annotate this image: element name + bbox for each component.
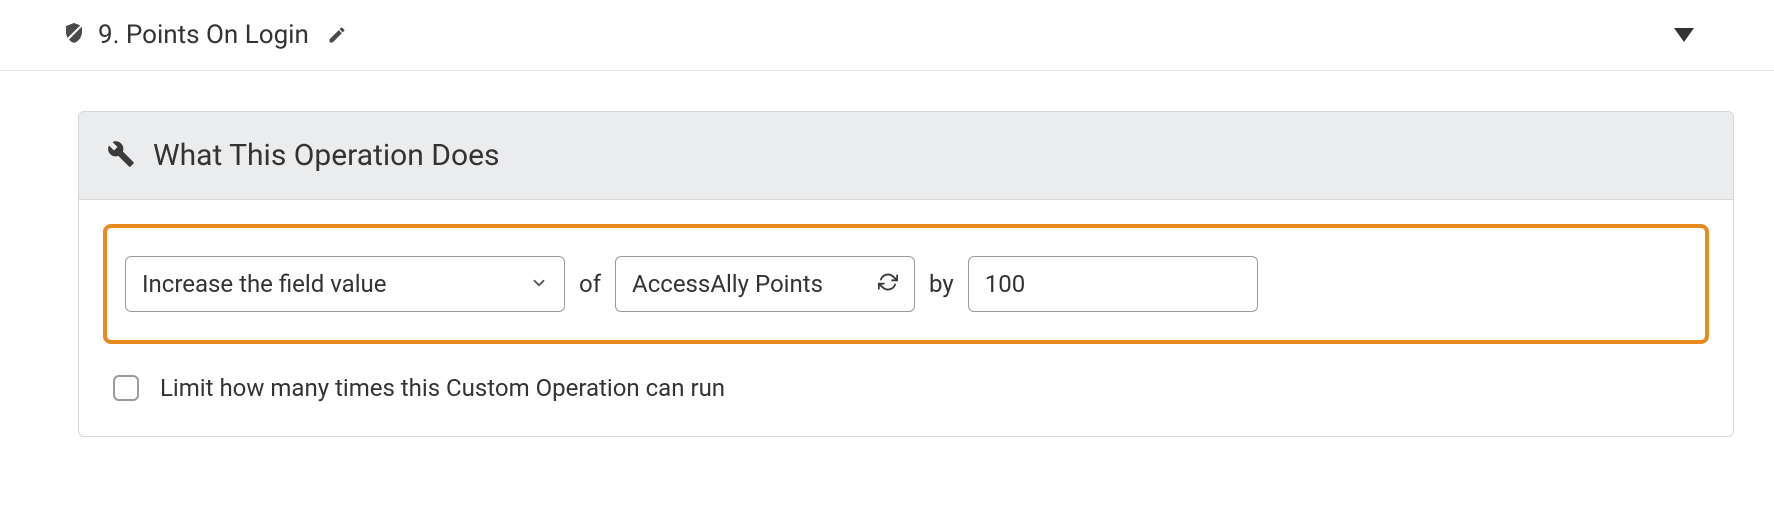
wrench-icon	[107, 140, 135, 172]
action-select[interactable]: Increase the field value	[125, 256, 565, 312]
header-title: 9. Points On Login	[98, 20, 309, 50]
panel-body: Increase the field value of AccessAlly P…	[79, 200, 1733, 436]
operation-panel: What This Operation Does Increase the fi…	[78, 111, 1734, 437]
join-text-of: of	[575, 270, 605, 298]
collapsible-header[interactable]: 9. Points On Login	[0, 0, 1774, 71]
refresh-icon[interactable]	[868, 270, 898, 298]
operation-container: 9. Points On Login What This Operation D…	[0, 0, 1774, 437]
limit-row: Limit how many times this Custom Operati…	[103, 344, 1709, 412]
value-input[interactable]	[968, 256, 1258, 312]
field-select[interactable]: AccessAlly Points	[615, 256, 915, 312]
field-select-value: AccessAlly Points	[632, 270, 823, 298]
panel-title: What This Operation Does	[153, 138, 499, 173]
collapse-caret-icon[interactable]	[1674, 28, 1694, 42]
action-select-value: Increase the field value	[142, 270, 387, 298]
limit-checkbox[interactable]	[113, 375, 139, 401]
chevron-down-icon	[520, 270, 548, 298]
limit-label: Limit how many times this Custom Operati…	[160, 374, 725, 402]
panel-header: What This Operation Does	[79, 112, 1733, 200]
shield-icon	[62, 21, 86, 49]
operation-highlight: Increase the field value of AccessAlly P…	[103, 224, 1709, 344]
join-text-by: by	[925, 270, 958, 298]
edit-title-button[interactable]	[327, 25, 347, 45]
header-left-group: 9. Points On Login	[62, 20, 347, 50]
